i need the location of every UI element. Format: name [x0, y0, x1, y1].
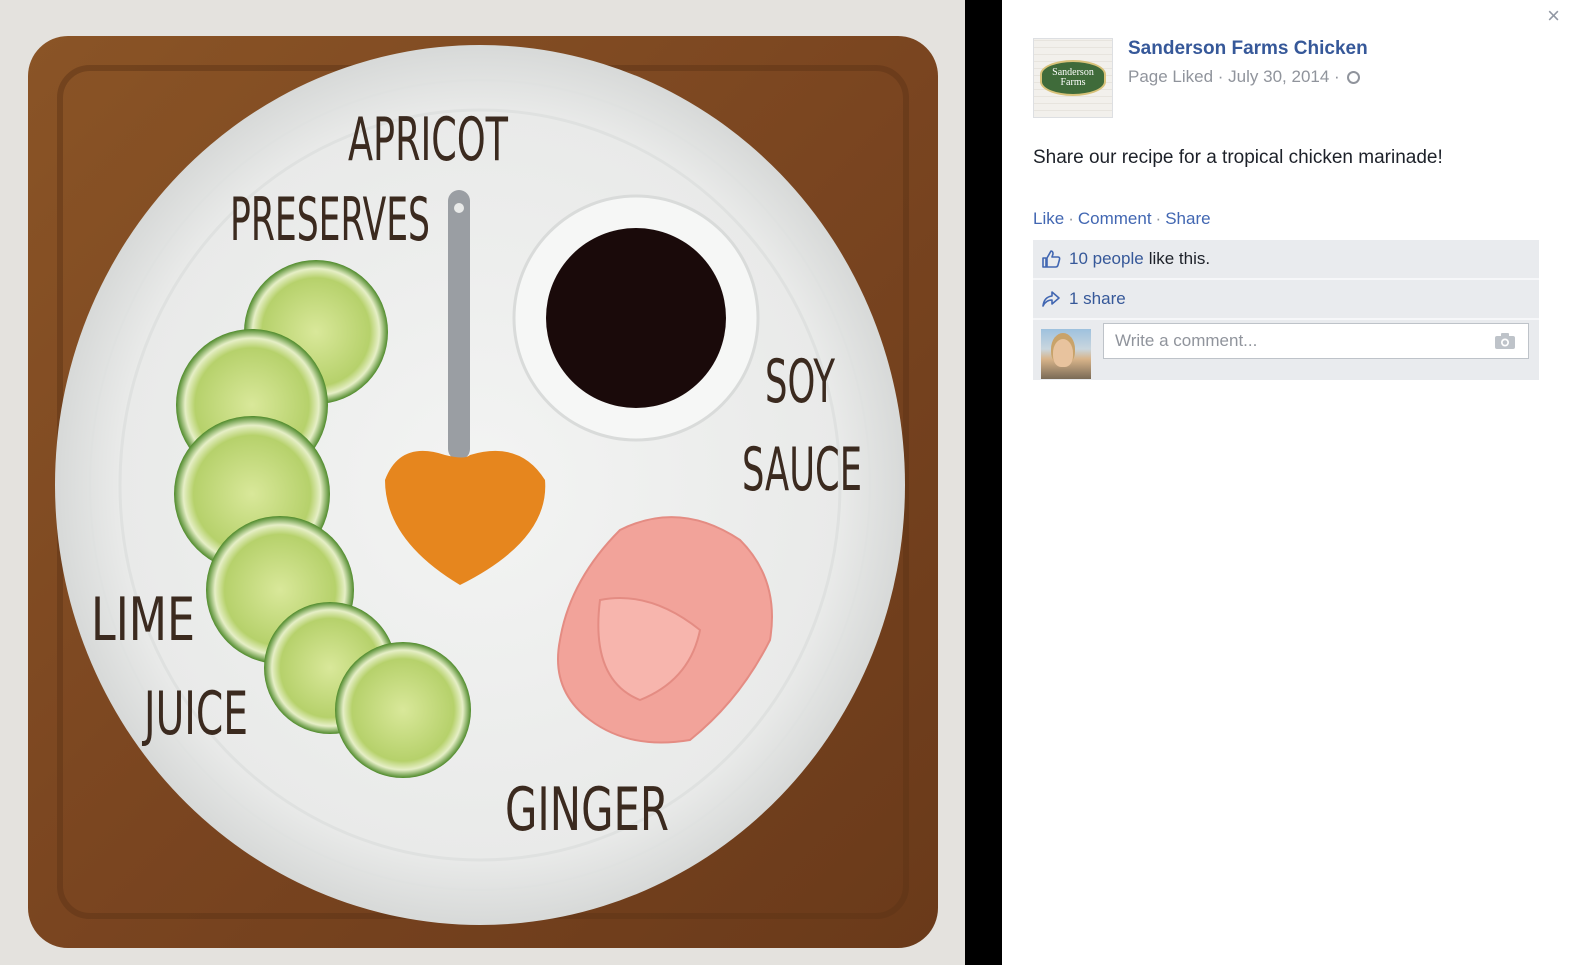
label-sauce: SAUCE: [742, 435, 862, 505]
like-link[interactable]: Like: [1033, 209, 1064, 228]
comment-box[interactable]: [1103, 323, 1529, 359]
share-link[interactable]: Share: [1165, 209, 1210, 228]
label-preserves: PRESERVES: [230, 185, 430, 255]
logo-badge: Sanderson Farms: [1040, 60, 1106, 96]
post-meta-text: Page Liked · July 30, 2014 ·: [1128, 67, 1345, 86]
post-text: Share our recipe for a tropical chicken …: [1033, 147, 1443, 168]
shares-count-link[interactable]: 1 share: [1069, 289, 1126, 309]
likes-row: 10 people like this.: [1033, 240, 1539, 280]
spoon: [448, 190, 470, 460]
comment-composer: [1033, 320, 1539, 380]
post-sidebar: × Sanderson Farms Sanderson Farms Chicke…: [1002, 0, 1570, 965]
user-avatar[interactable]: [1041, 329, 1091, 379]
lime-slices: [335, 642, 471, 778]
feedback-box: 10 people like this. 1 share: [1033, 240, 1539, 380]
comment-input[interactable]: [1113, 330, 1477, 352]
share-arrow-icon: [1042, 291, 1060, 307]
likes-count-link[interactable]: 10 people: [1069, 249, 1144, 269]
thumbs-up-icon: [1042, 250, 1061, 268]
separator: ·: [1068, 209, 1074, 228]
photo-viewer-gutter: [965, 0, 1002, 965]
page-name-link[interactable]: Sanderson Farms Chicken: [1128, 38, 1368, 60]
close-icon[interactable]: ×: [1547, 4, 1560, 28]
shares-row: 1 share: [1033, 280, 1539, 320]
label-soy: SOY: [765, 347, 835, 417]
post-meta: Page Liked · July 30, 2014 ·: [1128, 67, 1361, 87]
label-lime: LIME: [91, 585, 195, 655]
recipe-photo: APRICOT PRESERVES SOY SAUCE LIME JUICE G…: [0, 0, 965, 965]
post-actions: Like · Comment · Share: [1033, 209, 1211, 229]
likes-suffix: like this.: [1148, 249, 1211, 268]
label-ginger: GINGER: [505, 775, 669, 845]
globe-icon[interactable]: [1347, 71, 1361, 84]
label-apricot: APRICOT: [348, 105, 508, 175]
camera-icon[interactable]: [1494, 332, 1516, 350]
label-juice: JUICE: [141, 679, 248, 749]
separator: ·: [1155, 209, 1162, 228]
page-avatar[interactable]: Sanderson Farms: [1033, 38, 1113, 118]
post-photo[interactable]: APRICOT PRESERVES SOY SAUCE LIME JUICE G…: [0, 0, 965, 965]
comment-link[interactable]: Comment: [1078, 209, 1152, 228]
